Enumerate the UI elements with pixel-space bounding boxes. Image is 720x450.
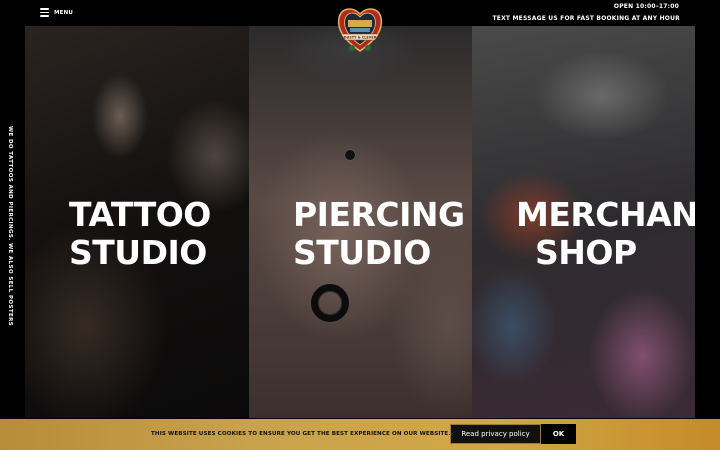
hamburger-icon	[40, 8, 49, 17]
ear-stud-image	[345, 150, 355, 160]
cookie-message: THIS WEBSITE USES COOKIES TO ENSURE YOU …	[151, 431, 451, 437]
sms-booking-link[interactable]: TEXT MESSAGE US FOR FAST BOOKING AT ANY …	[492, 15, 680, 22]
ear-tunnel-image	[311, 284, 349, 322]
cookie-banner: THIS WEBSITE USES COOKIES TO ENSURE YOU …	[0, 419, 720, 450]
heart-anchor-logo[interactable]: DUSTY & CLEVER	[335, 1, 385, 56]
panel-title-line2: SHOP	[535, 233, 637, 272]
panel-title-line1: MERCHAN	[516, 195, 695, 234]
panel-title: TATTOO STUDIO	[69, 196, 211, 272]
right-edge	[695, 26, 720, 418]
menu-label: MENU	[54, 9, 74, 16]
privacy-policy-button[interactable]: Read privacy policy	[450, 424, 541, 444]
panel-title-line2: STUDIO	[293, 233, 431, 272]
cookie-ok-button[interactable]: OK	[541, 424, 576, 444]
panel-title-line1: PIERCING	[293, 195, 465, 234]
panel-title: PIERCING STUDIO	[293, 196, 465, 272]
logo-text: DUSTY & CLEVER	[344, 36, 377, 40]
panel-merch-shop[interactable]: MERCHAN SHOP	[472, 26, 695, 418]
opening-hours: OPEN 10:00–17:00	[613, 3, 679, 10]
panel-tattoo-studio[interactable]: TATTOO STUDIO	[25, 26, 249, 418]
panel-title-line1: TATTOO	[69, 195, 211, 234]
menu-button[interactable]: MENU	[40, 8, 73, 17]
panel-title: MERCHAN SHOP	[516, 196, 695, 272]
side-tagline: WE DO TATTOOS AND PIERCINGS. WE ALSO SEL…	[7, 126, 13, 327]
panel-title-line2: STUDIO	[69, 233, 207, 272]
panel-piercing-studio[interactable]: PIERCING STUDIO	[249, 26, 472, 418]
